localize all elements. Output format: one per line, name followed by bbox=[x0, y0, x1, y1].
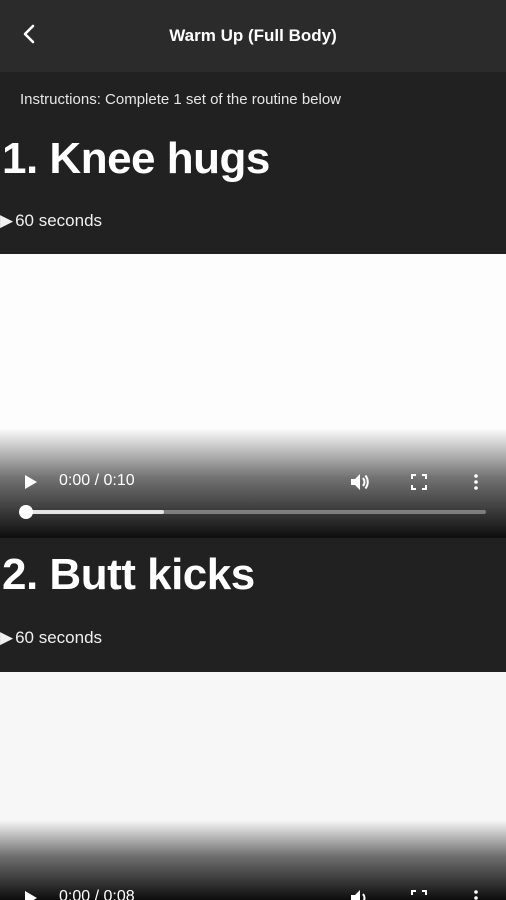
volume-icon bbox=[351, 890, 366, 900]
play-button[interactable] bbox=[19, 470, 43, 494]
play-triangle-icon: ▶ bbox=[0, 628, 14, 647]
more-vertical-icon bbox=[474, 890, 478, 900]
video-time: 0:00 / 0:10 bbox=[59, 472, 135, 489]
page-title: Warm Up (Full Body) bbox=[169, 26, 337, 45]
exercise-duration: ▶ 60 seconds bbox=[0, 211, 102, 231]
volume-button[interactable] bbox=[346, 470, 374, 494]
volume-icon bbox=[351, 474, 369, 490]
video-time: 0:00 / 0:08 bbox=[59, 888, 135, 900]
volume-button[interactable] bbox=[346, 886, 374, 900]
duration-label: 60 seconds bbox=[15, 211, 103, 230]
fullscreen-button[interactable] bbox=[407, 470, 431, 494]
more-options-button[interactable] bbox=[466, 470, 486, 494]
duration-label: 60 seconds bbox=[15, 628, 103, 647]
fullscreen-button[interactable] bbox=[407, 886, 431, 900]
video-buffered-bar bbox=[26, 510, 164, 514]
more-vertical-icon bbox=[474, 474, 478, 490]
fullscreen-icon bbox=[411, 474, 427, 490]
exercise-video[interactable]: 0:00 / 0:10 bbox=[0, 254, 506, 538]
more-options-button[interactable] bbox=[466, 886, 486, 900]
exercise-title: 1. Knee hugs bbox=[2, 134, 270, 183]
exercise-duration: ▶ 60 seconds bbox=[0, 628, 102, 648]
video-scrubber-thumb[interactable] bbox=[19, 505, 33, 519]
play-icon bbox=[25, 891, 37, 900]
play-icon bbox=[25, 475, 37, 489]
fullscreen-icon bbox=[411, 890, 427, 895]
exercise-video[interactable]: 0:00 / 0:08 bbox=[0, 672, 506, 900]
exercise-title: 2. Butt kicks bbox=[2, 550, 255, 599]
app-header: Warm Up (Full Body) bbox=[0, 0, 506, 72]
play-button[interactable] bbox=[19, 886, 43, 900]
play-triangle-icon: ▶ bbox=[0, 211, 14, 230]
instructions-text: Instructions: Complete 1 set of the rout… bbox=[20, 91, 342, 108]
video-progress-bar[interactable] bbox=[19, 505, 486, 519]
